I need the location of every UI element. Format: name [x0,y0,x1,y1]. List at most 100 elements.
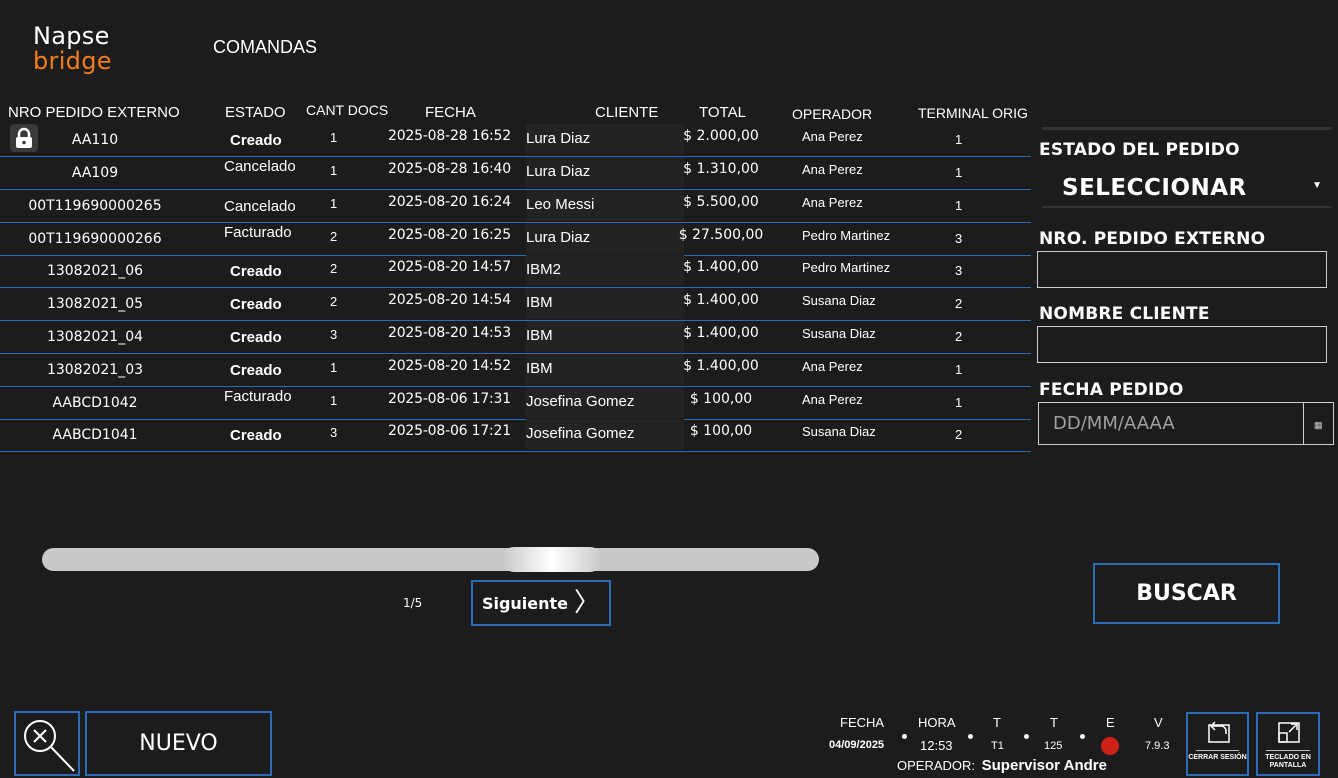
cell-terminal: 1 [955,395,963,410]
cell-estado: Facturado [224,224,292,241]
cell-estado: Creado [230,296,282,313]
buscar-button[interactable]: BUSCAR [1093,563,1280,624]
col-header-fecha: FECHA [425,104,476,121]
cell-total: $ 100,00 [689,423,753,439]
teclado-button[interactable]: TECLADO EN PANTALLA [1256,712,1320,776]
col-header-total: TOTAL [699,104,746,121]
operador-name: Supervisor Andre [981,757,1107,774]
page-indicator: 1/5 [403,596,423,610]
table-row[interactable]: AA109 Cancelado 1 2025-08-28 16:40 Lura Diaz… [0,157,1031,190]
cliente-input[interactable] [1037,326,1327,363]
cell-cliente: IBM [526,360,553,377]
logo-line-2: bridge [33,47,112,75]
cell-fecha: 2025-08-06 17:31 [388,391,511,407]
cell-cliente: Lura Diaz [526,229,591,246]
ext-input[interactable] [1037,251,1327,288]
cell-cant: 1 [330,196,338,211]
siguiente-label: Siguiente [481,593,569,613]
calendar-button[interactable]: ▦ [1304,402,1334,445]
estado-label: ESTADO DEL PEDIDO [1039,140,1240,160]
cell-terminal: 2 [955,427,963,442]
cell-fecha: 2025-08-28 16:52 [388,128,511,144]
cell-cliente: Lura Diaz [526,163,591,180]
divider [1196,750,1239,751]
cell-operador: Ana Perez [802,162,863,177]
estado-select[interactable]: SELECCIONAR ▼ [1042,162,1332,208]
status-separator [902,734,907,739]
cell-fecha: 2025-08-20 14:54 [388,292,511,308]
lock-icon[interactable] [10,124,38,152]
cell-estado: Creado [230,132,282,149]
table-row[interactable]: AA110 Creado 1 2025-08-28 16:52 Lura Diaz $ 2… [0,124,1031,157]
divider [1266,750,1310,751]
cell-ext: 13082021_03 [46,362,144,378]
cell-total: $ 1.400,00 [683,325,759,341]
table-row[interactable]: AABCD1041 Creado 3 2025-08-06 17:21 Josefina… [0,419,1031,452]
cell-operador: Susana Diaz [802,326,876,341]
table-row[interactable]: 00T119690000266 Facturado 2 2025-08-20 16:2… [0,223,1031,256]
cell-cant: 2 [330,261,338,276]
app-logo: Napse bridge [33,24,112,74]
cell-cliente: IBM [526,294,553,311]
chevron-right-icon: 〉 [574,588,601,618]
cell-estado: Creado [230,263,282,280]
cell-total: $ 27.500,00 [678,227,764,243]
expand-icon [1278,722,1300,743]
table-row[interactable]: 13082021_05 Creado 2 2025-08-20 14:54 IBM $ 1… [0,288,1031,321]
cell-fecha: 2025-08-20 16:24 [388,194,511,210]
estado-select-value: SELECCIONAR [1062,175,1247,201]
status-v-label: V [1154,715,1163,730]
cell-estado: Creado [230,427,282,444]
status-indicator-icon [1101,737,1119,755]
search-cancel-button[interactable] [14,711,80,776]
logo-line-1: Napse [33,22,110,50]
chevron-down-icon: ▼ [1312,180,1322,191]
status-hora: 12:53 [920,738,953,753]
cerrar-sesion-label: CERRAR SESIÓN [1188,754,1247,761]
fecha-label: FECHA PEDIDO [1039,380,1184,400]
siguiente-button[interactable]: Siguiente 〉 [471,580,611,626]
cell-terminal: 3 [955,263,963,278]
cell-cant: 3 [330,327,338,342]
cell-terminal: 1 [955,198,963,213]
search-close-icon [24,720,75,772]
cell-total: $ 1.310,00 [683,161,759,177]
table-row[interactable]: 00T119690000265 Cancelado 1 2025-08-20 16:2… [0,190,1031,223]
table-row[interactable]: 13082021_06 Creado 2 2025-08-20 14:57 IBM2 $ … [0,255,1031,288]
cell-fecha: 2025-08-20 16:25 [388,227,511,243]
status-separator [968,734,973,739]
horizontal-scrollbar[interactable] [42,547,819,572]
cell-ext: 13082021_06 [46,263,144,279]
nuevo-button[interactable]: NUEVO [85,711,272,776]
logout-icon [1208,721,1230,743]
cell-total: $ 1.400,00 [683,358,759,374]
calendar-icon: ▦ [1314,420,1323,430]
status-t1: T1 [991,740,1004,752]
cell-fecha: 2025-08-28 16:40 [388,161,511,177]
cell-terminal: 2 [955,329,963,344]
cell-ext: AA109 [71,165,119,181]
cell-total: $ 1.400,00 [683,292,759,308]
cell-cant: 1 [330,360,338,375]
cell-estado: Creado [230,329,282,346]
col-header-estado: ESTADO [225,104,286,121]
col-header-cant: CANT DOCS [306,102,389,118]
page-title: COMANDAS [213,37,318,57]
cell-cliente: Leo Messi [526,196,595,213]
table-row[interactable]: AABCD1042 Facturado 1 2025-08-06 17:31 Josef… [0,387,1031,420]
cell-estado: Cancelado [224,198,296,215]
table-row[interactable]: 13082021_04 Creado 3 2025-08-20 14:53 IBM $ 1… [0,321,1031,354]
teclado-label: TECLADO EN PANTALLA [1265,754,1311,769]
scrollbar-thumb[interactable] [502,547,602,572]
cell-ext: AABCD1041 [52,427,138,443]
table-row[interactable]: 13082021_03 Creado 1 2025-08-20 14:52 IBM $ 1… [0,354,1031,387]
cell-ext: 00T119690000266 [28,231,162,247]
status-operador: OPERADOR: Supervisor Andre [897,757,1107,774]
cell-cant: 2 [330,229,338,244]
cell-operador: Ana Perez [802,392,863,407]
status-separator [1024,734,1029,739]
cell-terminal: 1 [955,165,963,180]
fecha-input[interactable] [1038,402,1304,445]
cell-operador: Ana Perez [802,359,863,374]
cerrar-sesion-button[interactable]: CERRAR SESIÓN [1186,712,1249,776]
